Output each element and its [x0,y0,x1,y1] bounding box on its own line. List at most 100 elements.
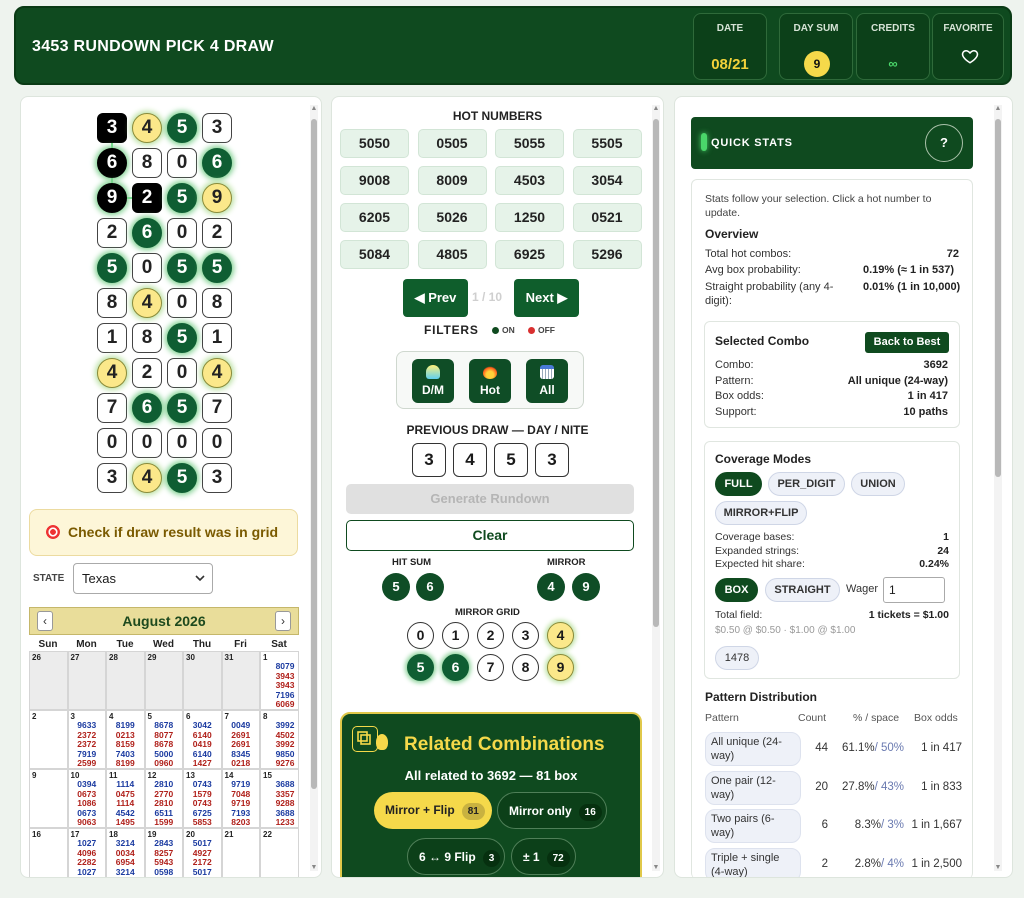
mirror-grid-cell[interactable]: 2 [477,622,504,649]
calendar-day[interactable]: 28 [106,651,145,710]
mode-full-chip[interactable]: FULL [715,472,762,496]
right-scrollbar[interactable]: ▲ ▼ [994,105,1002,871]
grid-cell[interactable]: 5 [167,113,197,143]
left-scrollbar[interactable]: ▲ ▼ [310,105,318,871]
calendar-day[interactable]: 8 3992 4502 3992 9850 9276 [260,710,299,769]
calendar-day[interactable]: 18 3214 0034 6954 3214 [106,828,145,877]
mirror-grid-cell[interactable]: 1 [442,622,469,649]
left-scroll-thumb[interactable] [311,119,317,789]
grid-cell[interactable]: 3 [97,463,127,493]
grid-cell[interactable]: 0 [167,148,197,178]
grid-cell[interactable]: 8 [132,148,162,178]
grid-cell[interactable]: 9 [202,183,232,213]
calendar-day[interactable]: 31 [221,651,260,710]
calendar-day[interactable]: 20 5017 4927 2172 5017 [183,828,222,877]
hot-number[interactable]: 0505 [417,129,487,158]
grid-cell[interactable]: 2 [97,218,127,248]
grid-cell[interactable]: 4 [97,358,127,388]
calendar-day[interactable]: 11 1114 0475 1114 4542 1495 [106,769,145,828]
hot-number[interactable]: 5055 [495,129,564,158]
grid-cell[interactable]: 4 [202,358,232,388]
grid-cell[interactable]: 0 [132,253,162,283]
calendar-day[interactable]: 4 8199 0213 8159 7403 8199 [106,710,145,769]
calendar-day[interactable]: 10 0394 0673 1086 0673 9063 [67,769,106,828]
grid-cell[interactable]: 0 [167,218,197,248]
hot-number[interactable]: 6205 [340,203,409,232]
mirror-grid-cell[interactable]: 0 [407,622,434,649]
related-pill[interactable]: 6 ↔ 9 Flip 3 [407,838,505,875]
filter-dm-button[interactable]: D/M [412,359,454,403]
grid-cell[interactable]: 2 [132,358,162,388]
grid-cell[interactable]: 8 [97,288,127,318]
calendar-day[interactable]: 17 1027 4096 2282 1027 [67,828,106,877]
grid-cell[interactable]: 2 [202,218,232,248]
grid-cell[interactable]: 5 [167,323,197,353]
grid-cell[interactable]: 9 [97,183,127,213]
hot-number[interactable]: 9008 [340,166,409,195]
hot-number[interactable]: 5505 [572,129,642,158]
calendar-day[interactable]: 21 [221,828,260,877]
grid-cell[interactable]: 4 [132,288,162,318]
combo-tag[interactable]: 1478 [715,646,759,670]
hot-number[interactable]: 5050 [340,129,409,158]
calendar-day[interactable]: 12 2810 2770 2810 6511 1599 [144,769,183,828]
grid-cell[interactable]: 6 [132,393,162,423]
check-draw-button[interactable]: Check if draw result was in grid [29,509,298,556]
generate-rundown-button[interactable]: Generate Rundown [346,484,634,514]
calendar-day[interactable]: 14 9719 7048 9719 7193 8203 [221,769,260,828]
grid-cell[interactable]: 7 [202,393,232,423]
right-scroll-thumb[interactable] [995,119,1001,477]
grid-cell[interactable]: 4 [132,113,162,143]
related-pill[interactable]: Mirror only 16 [497,792,607,829]
favorite-button[interactable]: FAVORITE [932,13,1004,80]
calendar-day[interactable]: 6 3042 6140 0419 6140 1427 [183,710,222,769]
mode-union-chip[interactable]: UNION [851,472,905,496]
box-chip[interactable]: BOX [715,578,758,602]
grid-cell[interactable]: 8 [132,323,162,353]
state-select[interactable]: Texas [73,563,213,594]
grid-cell[interactable]: 0 [167,288,197,318]
hot-number[interactable]: 4805 [417,240,487,269]
filter-hot-button[interactable]: Hot [469,359,511,403]
grid-cell[interactable]: 0 [167,358,197,388]
mirror-grid-cell[interactable]: 5 [407,654,434,681]
grid-cell[interactable]: 7 [97,393,127,423]
prev-button[interactable]: ◀ Prev [403,279,468,317]
grid-cell[interactable]: 5 [97,253,127,283]
grid-cell[interactable]: 5 [167,463,197,493]
grid-cell[interactable]: 6 [202,148,232,178]
mirror-grid-cell[interactable]: 4 [547,622,574,649]
mirror-grid-cell[interactable]: 8 [512,654,539,681]
calendar-day[interactable]: 27 [67,651,106,710]
mirror-grid-cell[interactable]: 9 [547,654,574,681]
hot-number[interactable]: 0521 [572,203,642,232]
hot-number[interactable]: 4503 [495,166,564,195]
hot-number[interactable]: 5026 [417,203,487,232]
calendar-day[interactable]: 1 8079 3943 3943 7196 6069 [260,651,299,710]
copy-icon[interactable] [352,726,378,752]
middle-scrollbar[interactable]: ▲ ▼ [652,105,660,871]
grid-cell[interactable]: 0 [132,428,162,458]
straight-chip[interactable]: STRAIGHT [765,578,840,602]
grid-cell[interactable]: 2 [132,183,162,213]
related-pill[interactable]: Mirror + Flip 81 [374,792,492,829]
grid-cell[interactable]: 5 [167,183,197,213]
calendar-day[interactable]: 3 9633 2372 2372 7919 2599 [67,710,106,769]
grid-cell[interactable]: 0 [97,428,127,458]
calendar-prev-button[interactable]: ‹ [37,611,53,631]
hot-number[interactable]: 8009 [417,166,487,195]
grid-cell[interactable]: 1 [202,323,232,353]
filter-all-button[interactable]: All [526,359,568,403]
grid-cell[interactable]: 6 [132,218,162,248]
mirror-grid-cell[interactable]: 6 [442,654,469,681]
help-button[interactable]: ? [925,124,963,162]
clear-button[interactable]: Clear [346,520,634,551]
calendar-day[interactable]: 19 2843 8257 5943 0598 [144,828,183,877]
grid-cell[interactable]: 0 [167,428,197,458]
grid-cell[interactable]: 3 [202,113,232,143]
related-pill[interactable]: ± 1 72 [511,838,576,875]
grid-cell[interactable]: 1 [97,323,127,353]
hot-number[interactable]: 5084 [340,240,409,269]
calendar-day[interactable]: 2 [29,710,68,769]
mirror-grid-cell[interactable]: 7 [477,654,504,681]
